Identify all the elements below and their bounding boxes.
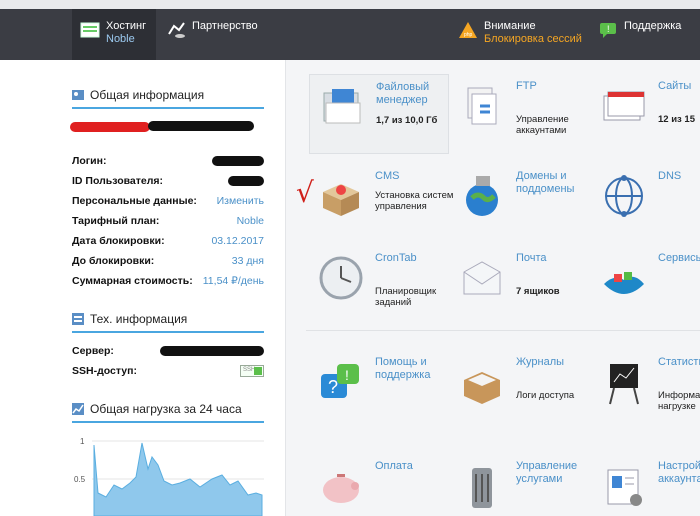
service-crontab[interactable]: CronTab Планировщик заданий	[309, 246, 449, 326]
row-total-cost: Суммарная стоимость: 11,54 ₽/день	[72, 275, 264, 287]
piggy-bank-icon	[323, 474, 359, 503]
redacted-email	[148, 121, 254, 131]
service-logs[interactable]: Журналы Логи доступа	[450, 350, 590, 430]
grid-divider	[306, 330, 700, 331]
general-info-title: Общая информация	[72, 88, 204, 102]
chart-icon	[72, 403, 84, 415]
tech-info-underline	[72, 331, 264, 333]
service-ftp[interactable]: FTP Управление аккаунтами	[450, 74, 590, 154]
row-tariff: Тарифный план: Noble	[72, 215, 264, 227]
tab-alert-title: Внимание	[484, 20, 536, 32]
partnership-icon	[168, 22, 185, 38]
tick-05: 0.5	[74, 475, 86, 484]
service-dns[interactable]: DNS	[592, 164, 700, 244]
row-ssh: SSH-доступ: SSH	[72, 362, 264, 380]
service-help[interactable]: ?! Помощь и поддержка	[309, 350, 449, 430]
svg-text:?: ?	[328, 377, 338, 397]
server-icon	[472, 468, 492, 508]
dns-icon	[605, 175, 643, 217]
row-personal-data: Персональные данные: Изменить	[72, 195, 264, 207]
service-cms[interactable]: CMS Установка систем управления	[309, 164, 453, 244]
clock-icon	[319, 256, 363, 300]
row-user-id: ID Пользователя:	[72, 172, 264, 190]
svg-text:php: php	[464, 32, 473, 38]
services-icon	[604, 272, 644, 294]
user-card-icon	[72, 90, 84, 100]
svg-text:!: !	[607, 24, 610, 34]
tab-hosting[interactable]: Хостинг Noble	[72, 9, 156, 60]
account-settings-icon	[607, 469, 642, 506]
hosting-icon	[80, 22, 100, 38]
tech-info-title: Тех. информация	[72, 312, 187, 326]
tab-hosting-sub: Noble	[106, 33, 135, 45]
tick-1: 1	[80, 437, 85, 446]
service-stats[interactable]: Статистика Информация о нагрузке	[592, 350, 700, 430]
service-account-settings[interactable]: Настройки аккаунта	[592, 454, 700, 516]
server-rack-icon	[72, 313, 84, 325]
service-domains[interactable]: Домены и поддомены	[450, 164, 590, 244]
service-payment[interactable]: Оплата	[309, 454, 449, 516]
domains-icon	[466, 176, 498, 216]
svg-text:!: !	[345, 367, 349, 383]
tab-hosting-title: Хостинг	[106, 20, 147, 32]
ftp-icon	[467, 87, 497, 125]
redacted-user-id	[228, 176, 264, 186]
tab-alert[interactable]: php Внимание Блокировка сессий	[458, 9, 588, 60]
logs-icon	[464, 372, 500, 404]
edit-personal-data-link[interactable]: Изменить	[217, 195, 264, 207]
service-file-manager[interactable]: Файловый менеджер 1,7 из 10,0 Гб	[309, 74, 449, 154]
general-info-underline	[72, 107, 264, 109]
service-services[interactable]: Сервисы	[592, 246, 700, 326]
tab-partnership[interactable]: Партнерство	[162, 9, 282, 60]
tab-alert-sub: Блокировка сессий	[484, 33, 582, 45]
service-mail[interactable]: Почта 7 ящиков	[450, 246, 590, 326]
redacted-login	[212, 156, 264, 166]
row-until-block: До блокировки: 33 дня	[72, 255, 264, 267]
top-header: Хостинг Noble Партнерство php Внимание Бло…	[0, 0, 700, 60]
row-login: Логин:	[72, 152, 264, 170]
load-title: Общая нагрузка за 24 часа	[72, 402, 242, 416]
sites-icon	[603, 91, 645, 121]
file-manager-icon	[323, 89, 361, 124]
service-sites[interactable]: Сайты 12 из 15	[592, 74, 700, 154]
stats-icon	[609, 364, 639, 405]
load-underline	[72, 421, 264, 423]
ssh-toggle[interactable]: SSH	[240, 365, 264, 377]
row-block-date: Дата блокировки: 03.12.2017	[72, 235, 264, 247]
tab-partnership-label: Партнерство	[192, 20, 258, 32]
help-icon: ?!	[321, 364, 359, 398]
tab-support[interactable]: ! Поддержка	[598, 9, 700, 60]
redacted-name	[70, 122, 150, 132]
support-icon: !	[600, 23, 616, 38]
php-warning-icon: php	[459, 22, 477, 38]
service-management[interactable]: Управление услугами	[450, 454, 590, 516]
tab-support-label: Поддержка	[624, 20, 682, 32]
redacted-server	[160, 346, 264, 356]
row-server: Сервер:	[72, 342, 264, 360]
cms-icon	[323, 184, 359, 216]
load-graph: 1 0.5	[74, 437, 264, 516]
mail-icon	[463, 261, 501, 295]
